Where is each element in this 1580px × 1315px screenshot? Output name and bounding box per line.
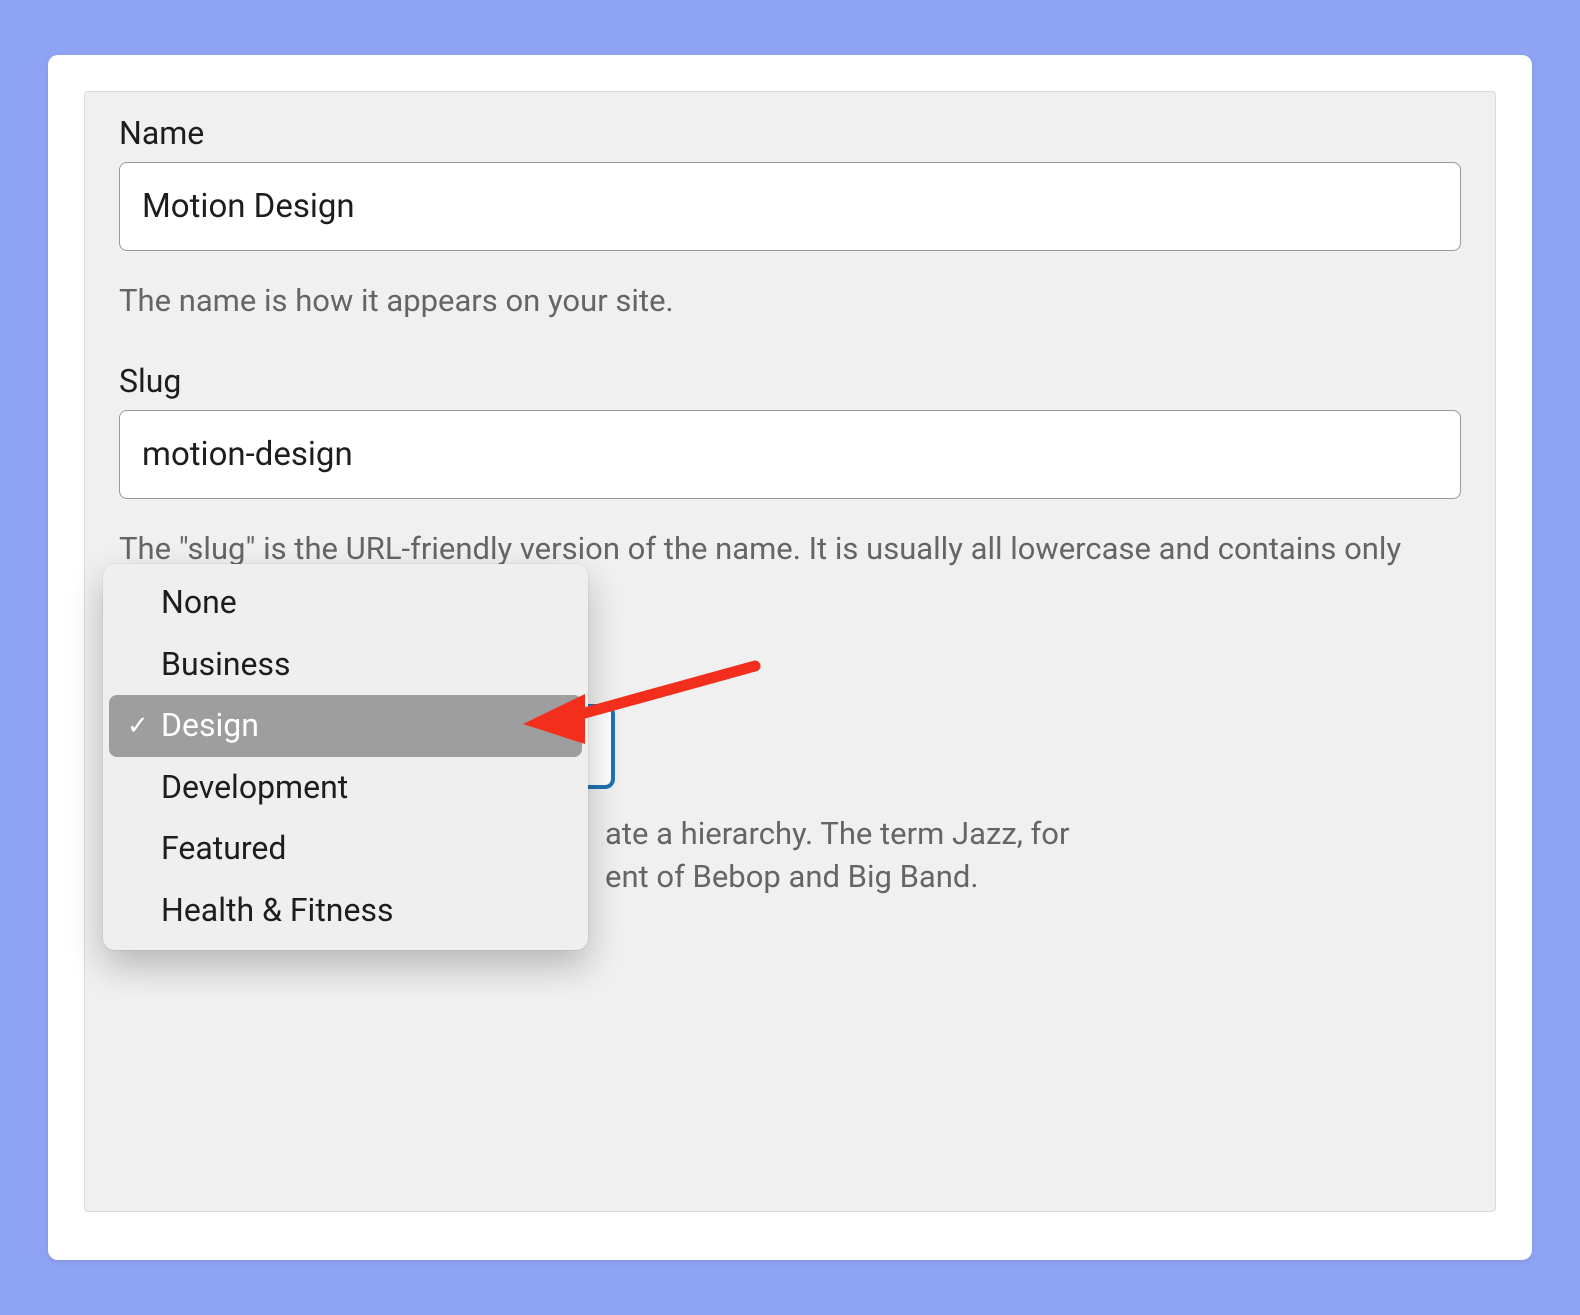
slug-input[interactable] xyxy=(119,410,1461,499)
popup-option-design[interactable]: ✓ Design xyxy=(109,695,582,757)
parent-help-line1: ate a hierarchy. The term Jazz, for xyxy=(605,815,1069,852)
popup-option-label: Development xyxy=(161,763,348,813)
popup-option-label: Business xyxy=(161,640,291,690)
popup-option-label: None xyxy=(161,578,237,628)
popup-option-health-fitness[interactable]: Health & Fitness xyxy=(109,880,582,942)
parent-help-fragment: ate a hierarchy. The term Jazz, for ent … xyxy=(605,812,1069,899)
check-icon: ✓ xyxy=(127,706,155,746)
slug-label: Slug xyxy=(119,362,1461,400)
name-label: Name xyxy=(119,114,1461,152)
parent-category-popup: None Business ✓ Design Development Featu… xyxy=(103,564,588,950)
popup-option-label: Featured xyxy=(161,824,286,874)
form-panel: Name The name is how it appears on your … xyxy=(84,91,1496,1212)
name-help: The name is how it appears on your site. xyxy=(119,279,1461,322)
popup-option-label: Design xyxy=(161,701,259,751)
popup-option-featured[interactable]: Featured xyxy=(109,818,582,880)
popup-option-none[interactable]: None xyxy=(109,572,582,634)
popup-option-label: Health & Fitness xyxy=(161,886,393,936)
parent-help-line2: ent of Bebop and Big Band. xyxy=(605,858,979,895)
card: Name The name is how it appears on your … xyxy=(48,55,1532,1260)
parent-select-edge[interactable] xyxy=(585,704,615,789)
name-input[interactable] xyxy=(119,162,1461,251)
name-field-block: Name The name is how it appears on your … xyxy=(119,114,1461,322)
popup-option-business[interactable]: Business xyxy=(109,634,582,696)
popup-option-development[interactable]: Development xyxy=(109,757,582,819)
